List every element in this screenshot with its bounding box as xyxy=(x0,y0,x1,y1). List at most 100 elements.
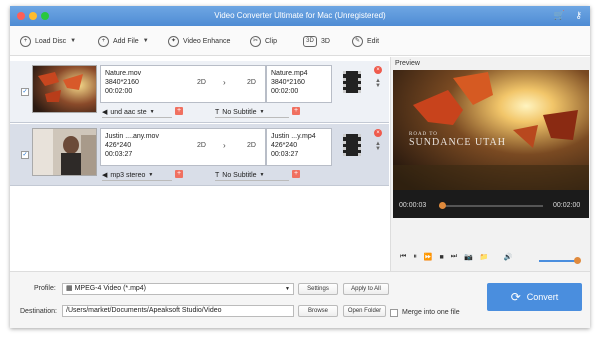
total-time: 00:02:00 xyxy=(553,202,581,209)
output-filename: Justin ...y.mp4 xyxy=(271,133,316,140)
output-resolution: 3840*2160 xyxy=(271,79,305,86)
edit-button[interactable]: ✎ Edit xyxy=(352,35,379,47)
chevron-down-icon: ▼ xyxy=(285,286,290,292)
add-file-icon: + xyxy=(98,35,109,47)
source-duration: 00:02:00 xyxy=(105,88,133,95)
add-subtitle-button[interactable]: + xyxy=(292,107,300,115)
convert-label: Convert xyxy=(526,292,559,302)
subtitle-select[interactable]: T No Subtitle ▼ xyxy=(215,170,289,181)
audio-track-value: und aac ste xyxy=(110,108,147,116)
video-preview[interactable]: ROAD TO SUNDANCE UTAH xyxy=(393,70,589,190)
profile-value: MPEG-4 Video (*.mp4) xyxy=(74,285,147,292)
chevron-down-icon[interactable]: ▼ xyxy=(70,38,76,44)
browse-button[interactable]: Browse xyxy=(298,305,338,317)
enhance-icon: ✦ xyxy=(168,35,179,47)
subtitle-value: No Subtitle xyxy=(222,171,257,179)
window-title: Video Converter Ultimate for Mac (Unregi… xyxy=(214,11,386,20)
subtitle-value: No Subtitle xyxy=(222,108,257,116)
progress-knob[interactable] xyxy=(439,202,447,209)
destination-input[interactable]: /Users/market/Documents/Apeaksoft Studio… xyxy=(62,305,294,317)
merge-label: Merge into one file xyxy=(402,309,460,316)
volume-knob[interactable] xyxy=(574,257,581,264)
remove-icon[interactable]: × xyxy=(374,129,382,137)
move-arrows-icon[interactable]: ▲ ▼ xyxy=(375,78,381,89)
add-subtitle-button[interactable]: + xyxy=(292,170,300,178)
speaker-icon: ◀ xyxy=(102,109,108,116)
edit-label: Edit xyxy=(367,37,380,45)
output-mode: 2D xyxy=(247,79,256,86)
stop-icon[interactable]: ■ xyxy=(440,254,444,261)
skip-back-icon[interactable]: ⏮ xyxy=(400,253,406,261)
3d-icon: 3D xyxy=(303,35,317,47)
bottom-panel: Profile: ▦ MPEG-4 Video (*.mp4) ▼ Settin… xyxy=(10,271,590,328)
move-arrows-icon[interactable]: ▲ ▼ xyxy=(375,141,381,152)
audio-track-select[interactable]: ◀ und aac ste ▼ xyxy=(102,107,172,118)
load-disc-button[interactable]: + Load Disc ▼ xyxy=(20,35,76,47)
preview-panel: Preview ROAD TO SUNDANCE UTAH 00:00:03 0… xyxy=(390,57,590,271)
output-info: Justin ...y.mp4 426*240 00:03:27 xyxy=(266,128,332,166)
source-info: Nature.mov 3840*2160 00:02:00 2D › 2D xyxy=(100,65,266,103)
source-filename: Justin ....any.mov xyxy=(105,133,159,140)
video-enhance-button[interactable]: ✦ Video Enhance xyxy=(168,35,230,47)
film-format-icon[interactable] xyxy=(343,134,361,156)
subtitle-select[interactable]: T No Subtitle ▼ xyxy=(215,107,289,118)
file-row[interactable]: ✓ Nature.mov 3840*2160 00:02:00 2D › 2D xyxy=(10,61,389,123)
preview-label: Preview xyxy=(395,60,420,67)
source-resolution: 426*240 xyxy=(105,142,132,149)
add-file-label: Add File xyxy=(113,37,139,45)
add-audio-button[interactable]: + xyxy=(175,107,183,115)
video-enhance-label: Video Enhance xyxy=(183,37,231,45)
remove-icon[interactable]: × xyxy=(374,66,382,74)
film-format-icon[interactable] xyxy=(343,71,361,93)
3d-label: 3D xyxy=(321,37,330,45)
file-row[interactable]: ✓ Justin ....any.mov 426*240 00:03:27 2D… xyxy=(10,124,389,186)
video-overlay-text: SUNDANCE UTAH xyxy=(409,137,506,148)
source-info: Justin ....any.mov 426*240 00:03:27 2D ›… xyxy=(100,128,266,166)
add-file-button[interactable]: + Add File ▼ xyxy=(98,35,149,47)
merge-checkbox[interactable] xyxy=(390,309,398,317)
chevron-right-icon: › xyxy=(223,141,226,150)
progress-track[interactable] xyxy=(439,205,543,207)
key-icon[interactable]: ⚷ xyxy=(575,10,582,20)
source-resolution: 3840*2160 xyxy=(105,79,139,86)
profile-select[interactable]: ▦ MPEG-4 Video (*.mp4) ▼ xyxy=(62,283,294,295)
app-window: Video Converter Ultimate for Mac (Unregi… xyxy=(10,6,590,328)
convert-button[interactable]: ⟳ Convert xyxy=(487,283,582,311)
pause-icon[interactable]: ⏸ xyxy=(413,253,417,261)
clip-label: Clip xyxy=(265,37,278,45)
current-time: 00:00:03 xyxy=(399,202,427,209)
volume-icon[interactable]: 🔊 xyxy=(504,253,513,261)
chevron-down-icon[interactable]: ▼ xyxy=(143,38,149,44)
file-checkbox[interactable]: ✓ xyxy=(21,88,29,96)
edit-icon: ✎ xyxy=(352,35,363,47)
3d-button[interactable]: 3D 3D xyxy=(303,35,330,47)
open-folder-button[interactable]: Open Folder xyxy=(343,305,386,317)
cart-icon[interactable]: 🛒 xyxy=(554,10,565,20)
load-disc-label: Load Disc xyxy=(35,37,67,45)
source-duration: 00:03:27 xyxy=(105,151,133,158)
folder-icon[interactable]: 📁 xyxy=(480,253,489,261)
film-icon: ▦ xyxy=(66,285,75,292)
settings-button[interactable]: Settings xyxy=(298,283,338,295)
fast-forward-icon[interactable]: ⏩ xyxy=(424,253,433,261)
source-filename: Nature.mov xyxy=(105,70,142,77)
chevron-right-icon: › xyxy=(223,78,226,87)
clip-button[interactable]: ✂ Clip xyxy=(250,35,277,47)
output-info: Nature.mp4 3840*2160 00:02:00 xyxy=(266,65,332,103)
chevron-down-icon: ▼ xyxy=(259,172,265,178)
snapshot-icon[interactable]: 📷 xyxy=(464,253,473,261)
volume-slider[interactable] xyxy=(539,260,579,262)
add-audio-button[interactable]: + xyxy=(175,170,183,178)
profile-label: Profile: xyxy=(34,285,56,292)
apply-to-all-button[interactable]: Apply to All xyxy=(343,283,389,295)
video-thumbnail[interactable] xyxy=(32,65,97,113)
skip-forward-icon[interactable]: ⏭ xyxy=(451,253,457,261)
scissors-icon: ✂ xyxy=(250,35,261,47)
output-filename: Nature.mp4 xyxy=(271,70,308,77)
file-checkbox[interactable]: ✓ xyxy=(21,151,29,159)
video-thumbnail[interactable] xyxy=(32,128,97,176)
source-mode: 2D xyxy=(197,142,206,149)
timeline-bar: 00:00:03 00:02:00 xyxy=(393,190,589,218)
audio-track-select[interactable]: ◀ mp3 stereo ▼ xyxy=(102,170,172,181)
video-overlay-title: ROAD TO SUNDANCE UTAH xyxy=(409,132,506,148)
